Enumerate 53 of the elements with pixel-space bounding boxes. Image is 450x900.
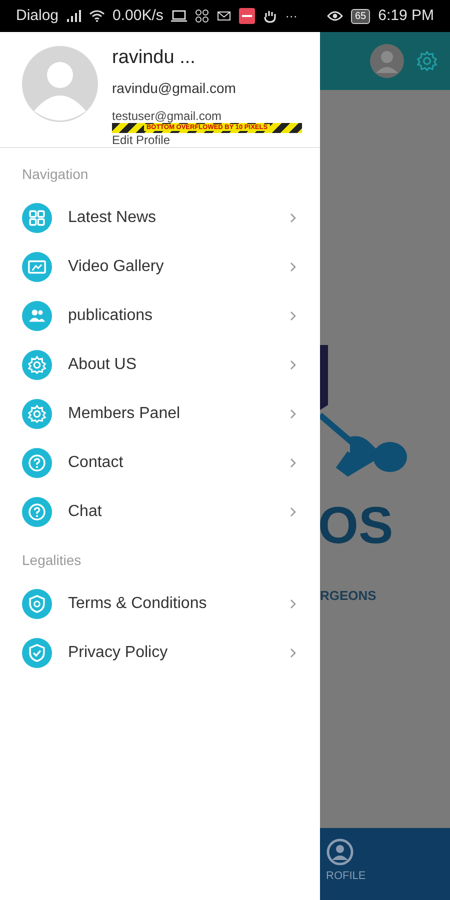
avatar-icon[interactable] xyxy=(370,44,404,78)
mail-icon xyxy=(217,11,232,21)
chevron-icon xyxy=(290,598,296,608)
logo-text: OS xyxy=(318,500,394,552)
menu-item[interactable]: Latest News xyxy=(0,193,320,242)
logo-tagline: RGEONS xyxy=(320,587,376,605)
settings-icon xyxy=(22,398,52,428)
nav-label[interactable]: ROFILE xyxy=(326,868,366,884)
chevron-icon xyxy=(290,648,296,658)
people-icon xyxy=(22,300,52,330)
secondary-email: testuser@gmail.com xyxy=(112,109,223,123)
menu-item[interactable]: Video Gallery xyxy=(0,242,320,291)
apps-icon xyxy=(195,9,210,23)
network-speed: 0.00K/s xyxy=(112,6,164,26)
signal-icon xyxy=(66,10,81,22)
settings-icon xyxy=(22,350,52,380)
chevron-icon xyxy=(290,212,296,222)
menu-item[interactable]: Contact xyxy=(0,438,320,487)
chevron-icon xyxy=(290,360,296,370)
grid-icon xyxy=(22,202,52,232)
more-notifications: ··· xyxy=(285,8,298,25)
section-header: Legalities xyxy=(21,551,82,570)
laptop-icon xyxy=(171,10,188,22)
image-icon xyxy=(22,252,52,282)
menu-item[interactable]: Chat xyxy=(0,487,320,536)
chevron-icon xyxy=(290,458,296,468)
menu-item[interactable]: Members Panel xyxy=(0,389,320,438)
profile-name: ravindu ... xyxy=(112,46,196,70)
chevron-icon xyxy=(290,408,296,418)
wifi-icon xyxy=(88,10,105,22)
clock: 6:19 PM xyxy=(378,6,434,26)
profile-icon[interactable] xyxy=(326,838,354,866)
settings-icon[interactable] xyxy=(416,50,438,72)
profile-email: ravindu@gmail.com xyxy=(112,79,237,98)
menu-item[interactable]: Terms & Conditions xyxy=(0,579,320,628)
menu-item[interactable]: About US xyxy=(0,340,320,389)
section-header: Navigation xyxy=(21,165,88,184)
menu-item[interactable]: publications xyxy=(0,291,320,340)
avatar-icon xyxy=(22,46,98,122)
help-icon xyxy=(22,496,52,526)
battery-level: 65 xyxy=(351,8,370,24)
eye-icon xyxy=(327,10,343,22)
edit-profile-link[interactable]: Edit Profile xyxy=(112,133,302,147)
app-icon xyxy=(239,8,256,24)
chevron-icon xyxy=(290,262,296,272)
help-icon xyxy=(22,448,52,478)
chevron-icon xyxy=(290,506,296,516)
shield-check-icon xyxy=(22,638,52,668)
menu-item[interactable]: Privacy Policy xyxy=(0,628,320,677)
carrier-name: Dialog xyxy=(16,6,59,26)
chevron-icon xyxy=(290,310,296,320)
shield-icon xyxy=(22,588,52,618)
hand-icon xyxy=(263,9,278,23)
